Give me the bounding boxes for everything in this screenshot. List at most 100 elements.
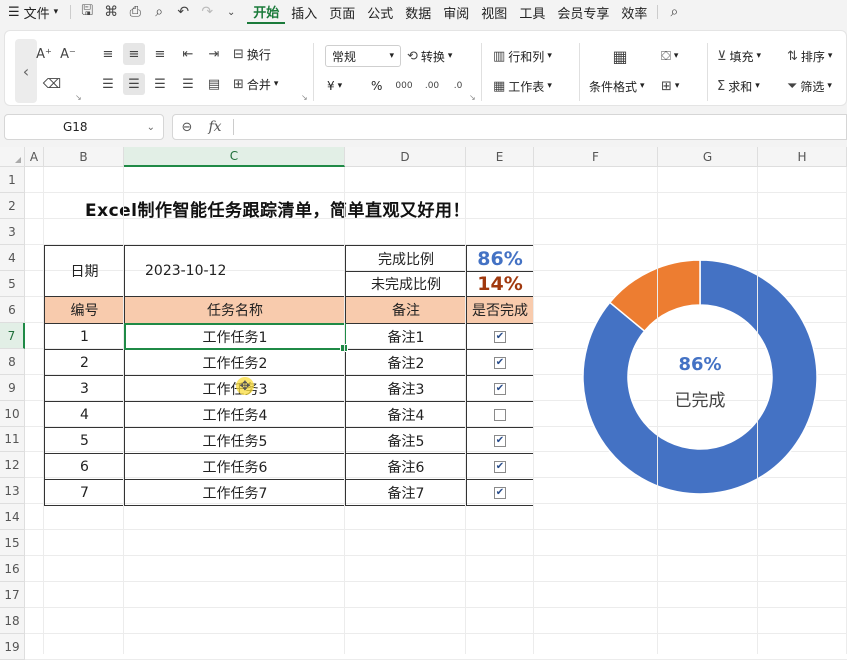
dialog-launcher-icon[interactable]: ↘: [469, 93, 476, 102]
row-header-10[interactable]: 10: [0, 401, 25, 427]
tab-8[interactable]: 会员专享: [551, 0, 615, 24]
task-name-cell[interactable]: 工作任务7: [124, 479, 346, 506]
spreadsheet-grid[interactable]: Excel制作智能任务跟踪清单，简单直观又好用！ 日期 2023-10-12 完…: [0, 147, 847, 660]
redo-icon[interactable]: ↷: [195, 0, 219, 24]
task-name-cell[interactable]: 工作任务6: [124, 453, 346, 480]
tab-9[interactable]: 效率: [615, 0, 653, 24]
checkbox-unchecked[interactable]: [494, 408, 506, 421]
checkbox-checked[interactable]: ✔: [494, 460, 506, 473]
row-header-5[interactable]: 5: [0, 271, 25, 297]
row-header-2[interactable]: 2: [0, 193, 25, 219]
tab-3[interactable]: 公式: [361, 0, 399, 24]
checkbox-checked[interactable]: ✔: [494, 434, 506, 447]
row-header-6[interactable]: 6: [0, 297, 25, 323]
task-id-cell[interactable]: 2: [44, 349, 125, 376]
indent-decrease-icon[interactable]: ⇤: [177, 43, 199, 65]
wrap-text-button[interactable]: ⊟ 换行: [233, 43, 271, 65]
increase-font-icon[interactable]: A⁺: [33, 43, 55, 65]
indent-increase-icon[interactable]: ⇥: [203, 43, 225, 65]
format-painter-icon[interactable]: ⌘: [99, 0, 123, 24]
done-ratio-value-cell[interactable]: 86%: [466, 245, 534, 272]
column-header-f[interactable]: F: [534, 147, 658, 167]
tab-2[interactable]: 页面: [323, 0, 361, 24]
checkbox-checked[interactable]: ✔: [494, 356, 506, 369]
task-name-cell[interactable]: 工作任务3: [124, 375, 346, 402]
row-header-4[interactable]: 4: [0, 245, 25, 271]
checkbox-checked[interactable]: ✔: [494, 382, 506, 395]
task-note-cell[interactable]: 备注3: [345, 375, 467, 402]
row-header-19[interactable]: 19: [0, 634, 25, 660]
filter-button[interactable]: ⏷ 筛选 ▾: [787, 75, 832, 97]
decrease-decimal-icon[interactable]: .0: [447, 75, 469, 97]
task-id-cell[interactable]: 3: [44, 375, 125, 402]
task-name-cell[interactable]: 工作任务5: [124, 427, 346, 454]
cell-style-button[interactable]: ⛋ ▾: [661, 45, 678, 67]
justify-icon[interactable]: ☰: [177, 73, 199, 95]
file-menu[interactable]: ☰ 文件 ▾: [0, 0, 66, 24]
distributed-icon[interactable]: ▤: [203, 73, 225, 95]
align-top-icon[interactable]: ≡: [97, 43, 119, 65]
row-header-3[interactable]: 3: [0, 219, 25, 245]
row-header-17[interactable]: 17: [0, 582, 25, 608]
task-name-cell[interactable]: 工作任务4: [124, 401, 346, 428]
clear-format-icon[interactable]: ⌫: [41, 73, 63, 95]
tab-5[interactable]: 审阅: [437, 0, 475, 24]
task-name-cell[interactable]: 工作任务2: [124, 349, 346, 376]
task-note-cell[interactable]: 备注5: [345, 427, 467, 454]
column-header-a[interactable]: A: [25, 147, 44, 167]
row-header-16[interactable]: 16: [0, 556, 25, 582]
date-value-cell[interactable]: 2023-10-12: [124, 245, 346, 297]
row-header-7[interactable]: 7: [0, 323, 25, 349]
fx-icon[interactable]: fx: [201, 119, 229, 135]
print-preview-icon[interactable]: ⌕: [147, 0, 171, 24]
row-header-18[interactable]: 18: [0, 608, 25, 634]
header-id-cell[interactable]: 编号: [44, 296, 125, 324]
column-header-c[interactable]: C: [124, 147, 345, 167]
formula-input[interactable]: ⊖ fx: [172, 114, 847, 140]
select-all-corner[interactable]: [0, 147, 25, 167]
undo-icon[interactable]: ↶: [171, 0, 195, 24]
align-left-icon[interactable]: ☰: [97, 73, 119, 95]
conditional-format-icon[interactable]: ▦: [609, 45, 631, 67]
undone-ratio-value-cell[interactable]: 14%: [466, 271, 534, 297]
zoom-icon[interactable]: ⊖: [173, 120, 201, 135]
task-id-cell[interactable]: 5: [44, 427, 125, 454]
align-middle-icon[interactable]: ≡: [123, 43, 145, 65]
task-id-cell[interactable]: 6: [44, 453, 125, 480]
done-ratio-label-cell[interactable]: 完成比例: [345, 245, 467, 272]
header-note-cell[interactable]: 备注: [345, 296, 467, 324]
row-header-9[interactable]: 9: [0, 375, 25, 401]
conditional-format-button[interactable]: 条件格式 ▾: [589, 75, 645, 97]
header-task-cell[interactable]: 任务名称: [124, 296, 346, 324]
more-chevron-icon[interactable]: ⌄: [219, 0, 243, 24]
search-icon[interactable]: ⌕: [662, 0, 686, 24]
percent-button[interactable]: %: [371, 75, 382, 97]
checkbox-checked[interactable]: ✔: [494, 486, 506, 499]
row-column-button[interactable]: ▥ 行和列 ▾: [493, 45, 552, 67]
tab-1[interactable]: 插入: [285, 0, 323, 24]
align-right-icon[interactable]: ☰: [149, 73, 171, 95]
tab-7[interactable]: 工具: [513, 0, 551, 24]
undone-ratio-label-cell[interactable]: 未完成比例: [345, 271, 467, 297]
convert-button[interactable]: ⟲ 转换 ▾: [407, 45, 452, 67]
align-center-icon[interactable]: ☰: [123, 73, 145, 95]
row-header-1[interactable]: 1: [0, 167, 25, 193]
dialog-launcher-icon[interactable]: ↘: [75, 93, 82, 102]
column-header-b[interactable]: B: [44, 147, 124, 167]
task-id-cell[interactable]: 1: [44, 323, 125, 350]
tab-4[interactable]: 数据: [399, 0, 437, 24]
tab-0[interactable]: 开始: [247, 0, 286, 24]
task-note-cell[interactable]: 备注2: [345, 349, 467, 376]
task-id-cell[interactable]: 4: [44, 401, 125, 428]
align-bottom-icon[interactable]: ≡: [149, 43, 171, 65]
task-note-cell[interactable]: 备注7: [345, 479, 467, 506]
sum-button[interactable]: Σ 求和 ▾: [717, 75, 760, 97]
task-note-cell[interactable]: 备注1: [345, 323, 467, 350]
column-header-e[interactable]: E: [466, 147, 534, 167]
thousands-separator-icon[interactable]: 000: [393, 75, 415, 97]
row-header-11[interactable]: 11: [0, 427, 25, 452]
tab-6[interactable]: 视图: [475, 0, 513, 24]
task-id-cell[interactable]: 7: [44, 479, 125, 506]
row-header-14[interactable]: 14: [0, 504, 25, 530]
save-icon[interactable]: 🖫: [75, 0, 99, 24]
